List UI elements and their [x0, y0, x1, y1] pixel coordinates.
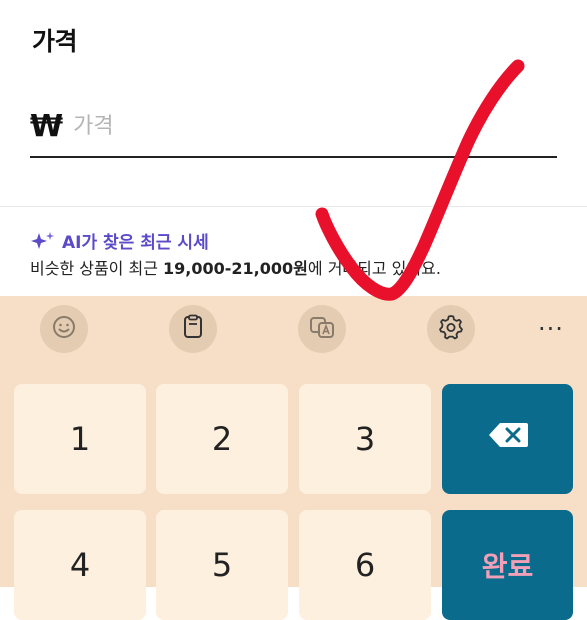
- clipboard-icon: [181, 314, 205, 344]
- price-field[interactable]: ₩: [30, 96, 557, 158]
- done-key[interactable]: 완료: [442, 510, 573, 620]
- translate-icon: [308, 313, 336, 345]
- hint-desc-suffix: 에 거래되고 있어요.: [307, 259, 441, 278]
- key-6[interactable]: 6: [299, 510, 431, 620]
- clipboard-button[interactable]: [169, 305, 217, 353]
- key-4[interactable]: 4: [14, 510, 146, 620]
- sparkle-icon: [30, 231, 56, 251]
- key-5[interactable]: 5: [156, 510, 288, 620]
- emoji-icon: [51, 314, 77, 344]
- gear-icon: [437, 313, 465, 345]
- price-section-title: 가격: [32, 27, 78, 56]
- key-1[interactable]: 1: [14, 384, 146, 494]
- ai-price-hint-header: AI가 찾은 최근 시세: [30, 228, 209, 253]
- settings-button[interactable]: [427, 305, 475, 353]
- ai-price-hint-description: 비슷한 상품이 최근 19,000-21,000원에 거래되고 있어요.: [30, 255, 441, 279]
- hint-price-range: 19,000-21,000원: [163, 259, 308, 278]
- emoji-button[interactable]: [40, 305, 88, 353]
- translate-button[interactable]: [298, 305, 346, 353]
- ai-price-hint-label: AI가 찾은 최근 시세: [62, 233, 209, 253]
- key-3[interactable]: 3: [299, 384, 431, 494]
- backspace-icon: [486, 420, 530, 458]
- numeric-keyboard: ··· 1 2 3 4 5 6 완료: [0, 296, 587, 620]
- keyboard-toolbar: ···: [0, 296, 587, 362]
- price-input[interactable]: [73, 113, 514, 139]
- hint-desc-prefix: 비슷한 상품이 최근: [30, 259, 164, 278]
- backspace-key[interactable]: [442, 384, 573, 494]
- hint-divider: [0, 206, 587, 207]
- key-2[interactable]: 2: [156, 384, 288, 494]
- won-currency-symbol: ₩: [30, 108, 64, 144]
- more-options-button[interactable]: ···: [531, 314, 571, 344]
